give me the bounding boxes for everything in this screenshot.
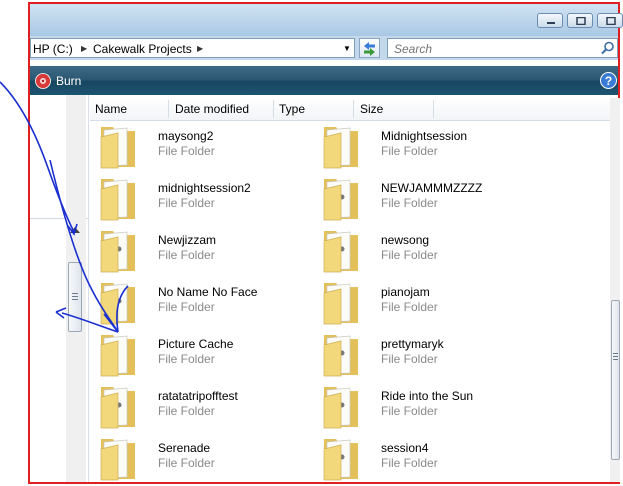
folder-type: File Folder (381, 456, 438, 470)
folder-type: File Folder (381, 404, 438, 418)
breadcrumb-chevron-icon[interactable]: ▶ (197, 44, 203, 53)
help-icon[interactable]: ? (600, 72, 617, 89)
column-header-row: Name Date modified Type Size (90, 98, 610, 121)
address-dropdown-icon[interactable]: ▼ (343, 44, 351, 53)
folder-type: File Folder (381, 144, 438, 158)
window-title-bar[interactable] (30, 4, 623, 36)
folder-type: File Folder (381, 352, 438, 366)
address-bar[interactable]: HP (C:) ▶ Cakewalk Projects ▶ ▼ (30, 38, 355, 58)
folder-item[interactable]: Ride into the Sun File Folder (321, 381, 531, 431)
folder-icon (323, 335, 358, 377)
folder-type: File Folder (381, 196, 438, 210)
folder-type: File Folder (158, 196, 215, 210)
folder-item[interactable]: session4 File Folder (321, 433, 531, 483)
folder-type: File Folder (158, 456, 215, 470)
column-header-type[interactable]: Type (279, 102, 305, 116)
search-input[interactable] (392, 41, 596, 57)
folder-name: Ride into the Sun (381, 389, 474, 403)
folder-item[interactable]: Picture Cache File Folder (98, 329, 308, 379)
folder-icon (323, 439, 358, 481)
file-list-scroll-thumb[interactable] (611, 300, 620, 460)
folder-name: No Name No Face (158, 285, 258, 299)
maximize-button[interactable] (567, 13, 593, 28)
close-button[interactable] (597, 13, 623, 28)
folder-item[interactable]: pianojam File Folder (321, 277, 531, 327)
file-list: maysong2 File Folder Midnightsession Fil… (90, 121, 610, 482)
folder-icon (100, 283, 135, 325)
folder-icon (100, 439, 135, 481)
column-header-date-modified[interactable]: Date modified (175, 102, 249, 116)
search-box[interactable] (387, 38, 618, 58)
command-toolbar: Burn ? (30, 66, 618, 95)
burn-disc-icon (35, 73, 51, 89)
breadcrumb-folder[interactable]: Cakewalk Projects (93, 42, 192, 56)
folder-icon (323, 127, 358, 169)
folder-name: maysong2 (158, 129, 214, 143)
folder-type: File Folder (381, 248, 438, 262)
folder-name: newsong (381, 233, 430, 247)
folder-name: NEWJAMMMZZZZ (381, 181, 483, 195)
folder-name: Picture Cache (158, 337, 234, 351)
folder-type: File Folder (158, 352, 215, 366)
scroll-up-arrow-icon[interactable] (70, 227, 80, 233)
folder-item[interactable]: NEWJAMMMZZZZ File Folder (321, 173, 531, 223)
column-header-name[interactable]: Name (95, 102, 127, 116)
folder-icon (100, 127, 135, 169)
folder-item[interactable]: Newjizzam File Folder (98, 225, 308, 275)
folder-name: pianojam (381, 285, 430, 299)
folder-name: session4 (381, 441, 429, 455)
refresh-button[interactable] (359, 38, 380, 58)
folder-type: File Folder (158, 248, 215, 262)
folder-icon (100, 179, 135, 221)
breadcrumb-chevron-icon[interactable]: ▶ (81, 44, 87, 53)
column-header-size[interactable]: Size (360, 102, 383, 116)
folder-item[interactable]: maysong2 File Folder (98, 121, 308, 171)
folder-name: Serenade (158, 441, 211, 455)
folder-icon (100, 387, 135, 429)
folder-item[interactable]: Midnightsession File Folder (321, 121, 531, 171)
folder-item[interactable]: midnightsession2 File Folder (98, 173, 308, 223)
folder-item[interactable]: prettymaryk File Folder (321, 329, 531, 379)
close-icon (606, 17, 616, 25)
folder-item[interactable]: No Name No Face File Folder (98, 277, 308, 327)
breadcrumb-drive[interactable]: HP (C:) (33, 42, 73, 56)
folder-name: prettymaryk (381, 337, 444, 351)
folder-name: Newjizzam (158, 233, 217, 247)
folder-type: File Folder (158, 404, 215, 418)
folder-icon (323, 231, 358, 273)
folder-item[interactable]: newsong File Folder (321, 225, 531, 275)
folder-name: midnightsession2 (158, 181, 251, 195)
minimize-button[interactable] (537, 13, 563, 28)
folder-type: File Folder (158, 144, 215, 158)
folder-name: ratatatripofftest (158, 389, 238, 403)
svg-text:?: ? (605, 74, 612, 88)
address-row: HP (C:) ▶ Cakewalk Projects ▶ ▼ (30, 36, 618, 60)
folder-icon (323, 387, 358, 429)
folder-type: File Folder (381, 300, 438, 314)
folder-icon (323, 283, 358, 325)
minimize-icon (547, 22, 555, 24)
navigation-scroll-thumb[interactable] (68, 262, 82, 332)
folder-name: Midnightsession (381, 129, 468, 143)
folder-icon (100, 335, 135, 377)
search-icon[interactable] (601, 41, 615, 55)
folder-item[interactable]: ratatatripofftest File Folder (98, 381, 308, 431)
refresh-icon (364, 42, 375, 56)
folder-type: File Folder (158, 300, 215, 314)
burn-label: Burn (56, 74, 82, 88)
folder-icon (323, 179, 358, 221)
folder-icon (100, 231, 135, 273)
maximize-icon (576, 17, 586, 25)
folder-item[interactable]: Serenade File Folder (98, 433, 308, 483)
